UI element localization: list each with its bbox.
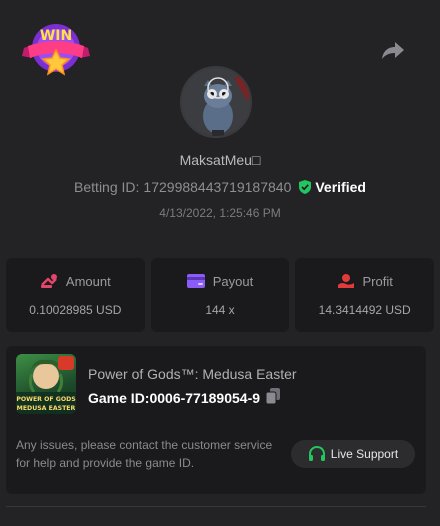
game-id-row: Game ID: 0006-77189054-9 — [88, 388, 281, 407]
stat-value: 14.3414492 USD — [318, 303, 411, 317]
win-badge-text: WIN — [40, 28, 72, 44]
stat-label: Payout — [212, 273, 254, 289]
betting-id-value: 1729988443719187840 — [143, 179, 292, 195]
stat-amount: Amount 0.10028985 USD — [6, 258, 145, 332]
betting-id-label: Betting ID: — [74, 179, 140, 195]
game-id-value: 0006-77189054-9 — [149, 389, 261, 406]
betting-id-row: Betting ID: 1729988443719187840 Verified — [0, 179, 440, 195]
live-support-button[interactable]: Live Support — [291, 440, 415, 468]
stats-row: Amount 0.10028985 USD Payout 144 x Profi… — [6, 258, 435, 332]
game-card: POWER OF GODS MEDUSA EASTER Power of God… — [6, 346, 426, 494]
copy-icon — [265, 388, 281, 405]
game-title[interactable]: Power of Gods™: Medusa Easter — [88, 366, 297, 382]
stat-value: 144 x — [205, 302, 235, 317]
copy-button[interactable] — [265, 388, 281, 407]
stat-payout: Payout 144 x — [150, 258, 290, 332]
win-badge-icon: WIN — [20, 18, 92, 78]
divider — [6, 506, 426, 507]
game-id-label: Game ID: — [88, 389, 150, 406]
stat-label: Profit — [362, 273, 393, 289]
avatar — [180, 66, 252, 138]
thumb-text-line1: POWER OF GODS — [16, 396, 75, 403]
amount-icon — [40, 274, 57, 288]
share-button[interactable] — [380, 38, 406, 62]
game-thumbnail[interactable]: POWER OF GODS MEDUSA EASTER — [16, 354, 76, 414]
support-message: Any issues, please contact the customer … — [16, 438, 273, 470]
live-support-label: Live Support — [330, 447, 399, 461]
bet-date: 4/13/2022, 1:25:46 PM — [159, 206, 281, 220]
share-icon — [382, 42, 404, 59]
shield-check-icon — [299, 180, 312, 194]
verified-label: Verified — [315, 179, 366, 195]
username: MaksatMeu□ — [179, 152, 261, 168]
profit-icon — [337, 274, 354, 288]
thumb-text-line2: MEDUSA EASTER — [17, 405, 76, 412]
stat-value: 0.10028985 USD — [29, 303, 122, 317]
payout-icon — [186, 274, 205, 288]
stat-profit: Profit 14.3414492 USD — [295, 258, 435, 332]
stat-label: Amount — [65, 273, 111, 289]
verified-badge: Verified — [299, 179, 366, 195]
headset-icon — [308, 446, 325, 461]
